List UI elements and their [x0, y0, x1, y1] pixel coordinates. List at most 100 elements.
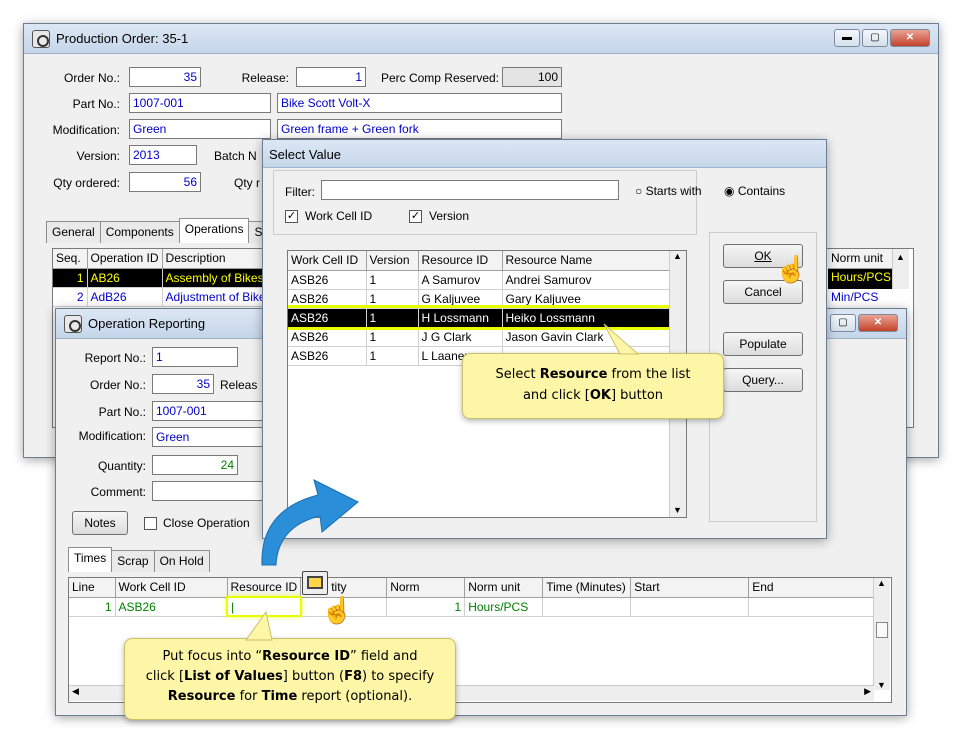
query-button[interactable]: Query... [723, 368, 803, 392]
app-gear-icon [32, 30, 50, 48]
times-grid-scrollbar[interactable]: ▲ ▼ [873, 578, 890, 690]
scroll-thumb[interactable] [876, 622, 888, 638]
sv-title: Select Value [269, 147, 342, 162]
or-part-label: Part No.: [98, 405, 146, 419]
tab-times[interactable]: Times [68, 547, 113, 572]
col-resource-id[interactable]: Resource ID [227, 578, 302, 598]
version-field[interactable]: 2013 [129, 145, 197, 165]
cell-rid: G Kaljuvee [418, 289, 503, 309]
starts-with-radio[interactable]: ○ Starts with [635, 184, 702, 198]
cell-name: Andrei Samurov [502, 270, 671, 290]
scroll-down-icon[interactable]: ▼ [670, 505, 682, 515]
close-operation-checkbox[interactable] [144, 517, 157, 530]
list-item[interactable]: ASB26 1 G Kaljuvee Gary Kaljuvee [288, 289, 671, 309]
cell-norm-unit[interactable]: Hours/PCS [464, 597, 544, 617]
scroll-up-icon[interactable]: ▲ [670, 251, 686, 261]
table-row[interactable]: 1 ASB26 | 1 Hours/PCS [69, 596, 876, 617]
tab-scrap[interactable]: Scrap [111, 550, 155, 572]
cell-start[interactable] [630, 597, 750, 617]
contains-radio[interactable]: ◉ Contains [724, 184, 785, 198]
modification-field[interactable]: Green [129, 119, 271, 139]
callout-text: report (optional). [297, 689, 413, 704]
cell-time[interactable] [542, 597, 632, 617]
batch-label: Batch N [214, 149, 257, 163]
callout-pointer [245, 610, 273, 641]
po-title: Production Order: 35-1 [56, 31, 189, 46]
cell-op: AdB26 [87, 287, 163, 307]
contains-label: Contains [737, 184, 786, 198]
cell-wc: ASB26 [288, 289, 367, 309]
filter-input[interactable] [321, 180, 619, 200]
qty-ordered-field[interactable]: 56 [129, 172, 201, 192]
col-end[interactable]: End [748, 578, 876, 598]
col-resource-id[interactable]: Resource ID [418, 251, 503, 271]
po-titlebar[interactable]: Production Order: 35-1 ▬ ▢ ✕ [24, 24, 938, 54]
col-version[interactable]: Version [366, 251, 419, 271]
col-line[interactable]: Line [69, 578, 116, 598]
order-no-field[interactable]: 35 [129, 67, 201, 87]
cell-line: 1 [69, 597, 116, 617]
quantity-label: Quantity: [97, 459, 146, 473]
tab-operations[interactable]: Operations [178, 218, 250, 243]
tab-general[interactable]: General [46, 221, 101, 243]
col-operation-id[interactable]: Operation ID [87, 249, 163, 269]
modification-label: Modification: [52, 123, 120, 137]
scroll-right-icon[interactable]: ▶ [864, 686, 871, 697]
callout-bold: Resource ID [262, 649, 350, 664]
maximize-button[interactable]: ▢ [862, 29, 888, 47]
or-part-field[interactable]: 1007-001 [152, 401, 264, 421]
quantity-field[interactable]: 24 [152, 455, 238, 475]
close-button[interactable]: ✕ [890, 29, 930, 47]
tab-on-hold[interactable]: On Hold [153, 550, 210, 572]
col-seq[interactable]: Seq. [53, 249, 88, 269]
modification-desc-field: Green frame + Green fork [277, 119, 562, 139]
col-norm-unit[interactable]: Norm unit [828, 249, 892, 269]
po-grid-scrollbar[interactable]: ▲ [892, 249, 909, 289]
notes-button[interactable]: Notes [72, 511, 128, 535]
col-time[interactable]: Time (Minutes) [542, 578, 632, 598]
col-start[interactable]: Start [630, 578, 750, 598]
cell-wc: ASB26 [288, 308, 367, 328]
qty-ordered-label: Qty ordered: [53, 176, 120, 190]
cell-wc: ASB26 [288, 270, 367, 290]
col-resource-name[interactable]: Resource Name [502, 251, 671, 271]
col-work-cell-id[interactable]: Work Cell ID [288, 251, 367, 271]
tab-components[interactable]: Components [99, 221, 180, 243]
cell-ver: 1 [366, 289, 419, 309]
or-order-field[interactable]: 35 [152, 374, 214, 394]
po-tabs: General Components Operations S [46, 218, 269, 243]
scroll-up-icon[interactable]: ▲ [893, 252, 905, 262]
cell-work-cell[interactable]: ASB26 [115, 597, 228, 617]
callout-text: from the list [607, 367, 691, 382]
hand-cursor-icon: ☝ [775, 254, 808, 284]
maximize-button[interactable]: ▢ [830, 314, 856, 332]
version-label: Version: [76, 149, 120, 163]
minimize-button[interactable]: ▬ [834, 29, 860, 47]
release-field[interactable]: 1 [296, 67, 366, 87]
list-of-values-button[interactable] [302, 571, 328, 595]
cell-norm-unit: Min/PCS [831, 290, 879, 304]
scroll-down-icon[interactable]: ▼ [874, 680, 886, 690]
cell-ver: 1 [366, 308, 419, 328]
cell-end[interactable] [748, 597, 876, 617]
curved-arrow [261, 479, 359, 566]
part-label: Part No.: [72, 97, 120, 111]
version-checkbox[interactable]: ✓ [409, 210, 422, 223]
report-no-field[interactable]: 1 [152, 347, 238, 367]
cell-norm[interactable]: 1 [386, 597, 466, 617]
callout-bold: Time [261, 689, 298, 704]
col-work-cell-id[interactable]: Work Cell ID [115, 578, 228, 598]
list-of-values-icon [307, 576, 323, 589]
work-cell-checkbox[interactable]: ✓ [285, 210, 298, 223]
list-item[interactable]: ASB26 1 A Samurov Andrei Samurov [288, 270, 671, 290]
hand-cursor-icon: ☝ [321, 595, 354, 625]
callout-resource-id: Put focus into “Resource ID” field and c… [124, 638, 456, 720]
sv-titlebar[interactable]: Select Value [263, 140, 826, 168]
populate-button[interactable]: Populate [723, 332, 803, 356]
col-norm-unit[interactable]: Norm unit [464, 578, 544, 598]
part-field[interactable]: 1007-001 [129, 93, 271, 113]
scroll-left-icon[interactable]: ◀ [72, 686, 79, 697]
close-button[interactable]: ✕ [858, 314, 898, 332]
col-norm[interactable]: Norm [386, 578, 466, 598]
scroll-up-icon[interactable]: ▲ [874, 578, 890, 588]
